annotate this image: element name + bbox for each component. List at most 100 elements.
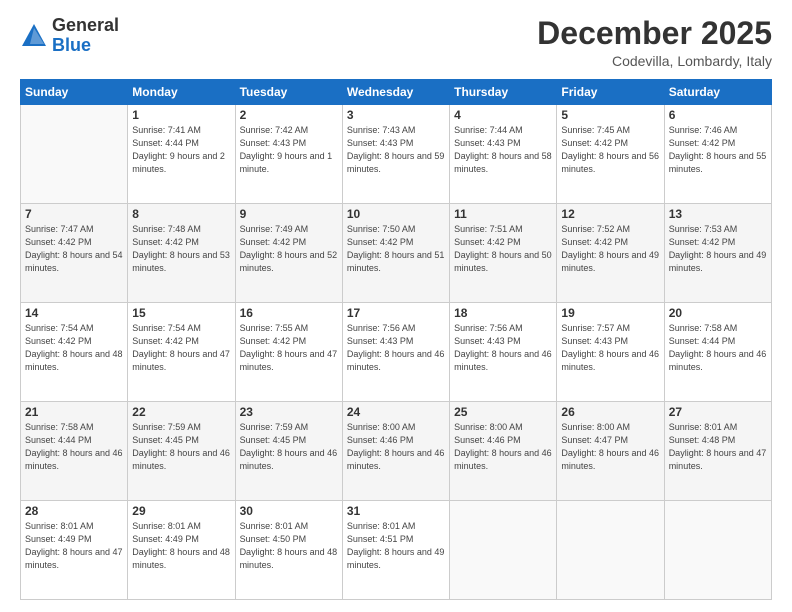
day-number: 1	[132, 108, 230, 122]
column-header-tuesday: Tuesday	[235, 80, 342, 105]
day-number: 12	[561, 207, 659, 221]
cell-info: Sunrise: 7:58 AMSunset: 4:44 PMDaylight:…	[25, 421, 123, 473]
day-number: 7	[25, 207, 123, 221]
day-number: 24	[347, 405, 445, 419]
calendar: SundayMondayTuesdayWednesdayThursdayFrid…	[20, 79, 772, 600]
day-number: 18	[454, 306, 552, 320]
week-row: 21 Sunrise: 7:58 AMSunset: 4:44 PMDayligh…	[21, 402, 772, 501]
cell-info: Sunrise: 7:56 AMSunset: 4:43 PMDaylight:…	[454, 322, 552, 374]
cell-info: Sunrise: 8:01 AMSunset: 4:49 PMDaylight:…	[132, 520, 230, 572]
day-number: 17	[347, 306, 445, 320]
calendar-cell: 24 Sunrise: 8:00 AMSunset: 4:46 PMDayligh…	[342, 402, 449, 501]
cell-info: Sunrise: 8:00 AMSunset: 4:47 PMDaylight:…	[561, 421, 659, 473]
calendar-cell: 4 Sunrise: 7:44 AMSunset: 4:43 PMDaylight…	[450, 105, 557, 204]
day-number: 2	[240, 108, 338, 122]
day-number: 6	[669, 108, 767, 122]
calendar-cell: 28 Sunrise: 8:01 AMSunset: 4:49 PMDayligh…	[21, 501, 128, 600]
calendar-header-row: SundayMondayTuesdayWednesdayThursdayFrid…	[21, 80, 772, 105]
cell-info: Sunrise: 7:47 AMSunset: 4:42 PMDaylight:…	[25, 223, 123, 275]
column-header-wednesday: Wednesday	[342, 80, 449, 105]
day-number: 30	[240, 504, 338, 518]
column-header-friday: Friday	[557, 80, 664, 105]
cell-info: Sunrise: 8:01 AMSunset: 4:50 PMDaylight:…	[240, 520, 338, 572]
day-number: 28	[25, 504, 123, 518]
calendar-cell: 17Sunrise: 7:56 AMSunset: 4:43 PMDayligh…	[342, 303, 449, 402]
calendar-cell: 15 Sunrise: 7:54 AMSunset: 4:42 PMDayligh…	[128, 303, 235, 402]
cell-info: Sunrise: 8:01 AMSunset: 4:51 PMDaylight:…	[347, 520, 445, 572]
day-number: 11	[454, 207, 552, 221]
day-number: 20	[669, 306, 767, 320]
calendar-cell	[450, 501, 557, 600]
day-number: 25	[454, 405, 552, 419]
day-number: 10	[347, 207, 445, 221]
header: General Blue December 2025 Codevilla, Lo…	[20, 16, 772, 69]
day-number: 8	[132, 207, 230, 221]
logo-general: General	[52, 15, 119, 35]
day-number: 19	[561, 306, 659, 320]
column-header-monday: Monday	[128, 80, 235, 105]
calendar-cell: 30 Sunrise: 8:01 AMSunset: 4:50 PMDayligh…	[235, 501, 342, 600]
cell-info: Sunrise: 8:00 AMSunset: 4:46 PMDaylight:…	[347, 421, 445, 473]
day-number: 3	[347, 108, 445, 122]
cell-info: Sunrise: 7:42 AMSunset: 4:43 PMDaylight:…	[240, 124, 338, 176]
cell-info: Sunrise: 7:52 AMSunset: 4:42 PMDaylight:…	[561, 223, 659, 275]
calendar-cell: 9Sunrise: 7:49 AMSunset: 4:42 PMDaylight…	[235, 204, 342, 303]
calendar-cell: 29 Sunrise: 8:01 AMSunset: 4:49 PMDayligh…	[128, 501, 235, 600]
cell-info: Sunrise: 7:51 AMSunset: 4:42 PMDaylight:…	[454, 223, 552, 275]
calendar-cell: 2 Sunrise: 7:42 AMSunset: 4:43 PMDaylight…	[235, 105, 342, 204]
cell-info: Sunrise: 7:59 AMSunset: 4:45 PMDaylight:…	[132, 421, 230, 473]
cell-info: Sunrise: 8:01 AMSunset: 4:49 PMDaylight:…	[25, 520, 123, 572]
calendar-cell: 6 Sunrise: 7:46 AMSunset: 4:42 PMDaylight…	[664, 105, 771, 204]
calendar-cell: 22 Sunrise: 7:59 AMSunset: 4:45 PMDayligh…	[128, 402, 235, 501]
cell-info: Sunrise: 8:01 AMSunset: 4:48 PMDaylight:…	[669, 421, 767, 473]
day-number: 14	[25, 306, 123, 320]
day-number: 15	[132, 306, 230, 320]
calendar-cell: 5Sunrise: 7:45 AMSunset: 4:42 PMDaylight…	[557, 105, 664, 204]
day-number: 31	[347, 504, 445, 518]
logo-blue: Blue	[52, 35, 91, 55]
week-row: 28 Sunrise: 8:01 AMSunset: 4:49 PMDayligh…	[21, 501, 772, 600]
calendar-cell	[21, 105, 128, 204]
calendar-cell: 27 Sunrise: 8:01 AMSunset: 4:48 PMDayligh…	[664, 402, 771, 501]
logo-icon	[20, 22, 48, 50]
calendar-cell: 13 Sunrise: 7:53 AMSunset: 4:42 PMDayligh…	[664, 204, 771, 303]
calendar-cell: 31 Sunrise: 8:01 AMSunset: 4:51 PMDayligh…	[342, 501, 449, 600]
calendar-cell: 21 Sunrise: 7:58 AMSunset: 4:44 PMDayligh…	[21, 402, 128, 501]
calendar-cell	[664, 501, 771, 600]
cell-info: Sunrise: 7:50 AMSunset: 4:42 PMDaylight:…	[347, 223, 445, 275]
month-title: December 2025	[537, 16, 772, 51]
day-number: 27	[669, 405, 767, 419]
cell-info: Sunrise: 7:54 AMSunset: 4:42 PMDaylight:…	[132, 322, 230, 374]
cell-info: Sunrise: 7:58 AMSunset: 4:44 PMDaylight:…	[669, 322, 767, 374]
cell-info: Sunrise: 7:48 AMSunset: 4:42 PMDaylight:…	[132, 223, 230, 275]
day-number: 23	[240, 405, 338, 419]
cell-info: Sunrise: 7:55 AMSunset: 4:42 PMDaylight:…	[240, 322, 338, 374]
day-number: 9	[240, 207, 338, 221]
calendar-cell: 25Sunrise: 8:00 AMSunset: 4:46 PMDayligh…	[450, 402, 557, 501]
day-number: 21	[25, 405, 123, 419]
week-row: 14 Sunrise: 7:54 AMSunset: 4:42 PMDayligh…	[21, 303, 772, 402]
column-header-sunday: Sunday	[21, 80, 128, 105]
calendar-cell: 10 Sunrise: 7:50 AMSunset: 4:42 PMDayligh…	[342, 204, 449, 303]
day-number: 29	[132, 504, 230, 518]
calendar-cell: 12 Sunrise: 7:52 AMSunset: 4:42 PMDayligh…	[557, 204, 664, 303]
calendar-cell: 18 Sunrise: 7:56 AMSunset: 4:43 PMDayligh…	[450, 303, 557, 402]
calendar-cell: 23 Sunrise: 7:59 AMSunset: 4:45 PMDayligh…	[235, 402, 342, 501]
cell-info: Sunrise: 7:54 AMSunset: 4:42 PMDaylight:…	[25, 322, 123, 374]
logo: General Blue	[20, 16, 119, 56]
calendar-cell: 11 Sunrise: 7:51 AMSunset: 4:42 PMDayligh…	[450, 204, 557, 303]
cell-info: Sunrise: 7:46 AMSunset: 4:42 PMDaylight:…	[669, 124, 767, 176]
calendar-cell: 8 Sunrise: 7:48 AMSunset: 4:42 PMDaylight…	[128, 204, 235, 303]
day-number: 26	[561, 405, 659, 419]
calendar-cell: 7 Sunrise: 7:47 AMSunset: 4:42 PMDaylight…	[21, 204, 128, 303]
cell-info: Sunrise: 7:45 AMSunset: 4:42 PMDaylight:…	[561, 124, 659, 176]
cell-info: Sunrise: 7:44 AMSunset: 4:43 PMDaylight:…	[454, 124, 552, 176]
day-number: 16	[240, 306, 338, 320]
day-number: 22	[132, 405, 230, 419]
column-header-thursday: Thursday	[450, 80, 557, 105]
day-number: 13	[669, 207, 767, 221]
calendar-cell	[557, 501, 664, 600]
cell-info: Sunrise: 7:53 AMSunset: 4:42 PMDaylight:…	[669, 223, 767, 275]
day-number: 4	[454, 108, 552, 122]
cell-info: Sunrise: 7:59 AMSunset: 4:45 PMDaylight:…	[240, 421, 338, 473]
